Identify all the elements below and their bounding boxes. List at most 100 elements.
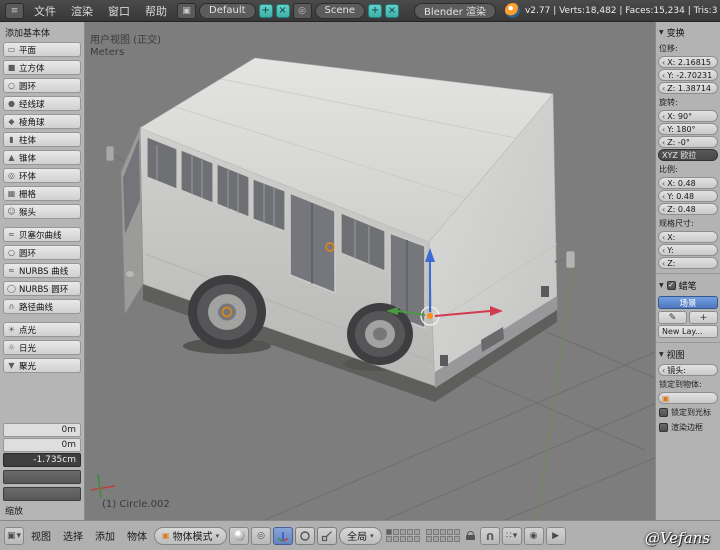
redo-value-field-1[interactable]: 0m — [3, 423, 81, 437]
scale-z-field[interactable]: ‹Z: 0.48 — [658, 203, 718, 215]
menu-help[interactable]: 帮助 — [138, 3, 174, 19]
add-path-button[interactable]: ∩路径曲线 — [3, 299, 81, 314]
decrement-icon[interactable]: ‹ — [662, 179, 665, 188]
lock-object-selector[interactable]: ▣ — [658, 392, 718, 404]
add-spot-lamp-button[interactable]: ▼聚光 — [3, 358, 81, 373]
add-plane-button[interactable]: ▭平面 — [3, 42, 81, 57]
info-editor-icon[interactable]: ≡ — [5, 3, 24, 19]
menu-add[interactable]: 添加 — [90, 528, 120, 543]
dimensions-z-field[interactable]: ‹Z: — [658, 257, 718, 269]
gpencil-scene-source-button[interactable]: 场景 — [658, 296, 718, 309]
layout-close-button[interactable]: × — [276, 4, 290, 18]
menu-select[interactable]: 选择 — [58, 528, 88, 543]
new-layer-button[interactable]: New Lay... — [658, 325, 718, 338]
manipulator-translate-button[interactable] — [273, 527, 293, 545]
decrement-icon[interactable]: ‹ — [662, 366, 665, 375]
rotation-mode-dropdown[interactable]: XYZ 欧拉 — [658, 149, 718, 161]
add-grid-button[interactable]: ▦栅格 — [3, 186, 81, 201]
add-nurbs-circle-button[interactable]: ◯NURBS 圆环 — [3, 281, 81, 296]
scale-y-field[interactable]: ‹Y: 0.48 — [658, 190, 718, 202]
add-cube-button[interactable]: ■立方体 — [3, 60, 81, 75]
decrement-icon[interactable]: ‹ — [662, 233, 665, 242]
bus-model[interactable] — [106, 58, 575, 402]
editor-type-selector[interactable]: ▣ ▾ — [4, 527, 24, 545]
location-y-field[interactable]: ‹Y: -2.70231 — [658, 69, 718, 81]
manipulator-rotate-button[interactable] — [295, 527, 315, 545]
add-bezier-button[interactable]: ≈贝塞尔曲线 — [3, 227, 81, 242]
grease-pencil-panel-header[interactable]: ▼ ✓ 蜡笔 — [656, 276, 720, 294]
add-icosphere-button[interactable]: ◆棱角球 — [3, 114, 81, 129]
decrement-icon[interactable]: ‹ — [662, 205, 665, 214]
add-cone-button[interactable]: ▲锥体 — [3, 150, 81, 165]
snap-toggle-button[interactable]: U — [480, 527, 500, 545]
add-cylinder-button[interactable]: ▮柱体 — [3, 132, 81, 147]
redo-value-field-3[interactable]: -1.735cm — [3, 453, 81, 467]
redo-option-button-1[interactable] — [3, 470, 81, 484]
lens-field[interactable]: ‹镜头: — [658, 364, 718, 376]
transform-orientation-dropdown[interactable]: 全局 ▾ — [339, 527, 382, 545]
render-engine-selector[interactable]: Blender 渲染 — [414, 3, 496, 19]
render-border-row[interactable]: ✓ 渲染边框 — [656, 420, 720, 435]
redo-option-button-2[interactable] — [3, 487, 81, 501]
screen-layout-icon[interactable]: ▣ — [177, 3, 196, 19]
lock-cursor-checkbox[interactable]: ✓ — [659, 408, 668, 417]
gpencil-draw-button[interactable]: ✎ — [658, 311, 687, 324]
scale-x-field[interactable]: ‹X: 0.48 — [658, 177, 718, 189]
decrement-icon[interactable]: ‹ — [662, 125, 665, 134]
snap-element-dropdown[interactable]: ∷ ▾ — [502, 527, 522, 545]
menu-file[interactable]: 文件 — [27, 3, 63, 19]
grease-pencil-checkbox[interactable]: ✓ — [667, 281, 676, 290]
rotation-z-field[interactable]: ‹Z: -0° — [658, 136, 718, 148]
decrement-icon[interactable]: ‹ — [662, 71, 665, 80]
decrement-icon[interactable]: ‹ — [662, 112, 665, 121]
dropdown-arrow-icon: ▾ — [216, 532, 220, 540]
decrement-icon[interactable]: ‹ — [662, 192, 665, 201]
scene-close-button[interactable]: × — [385, 4, 399, 18]
decrement-icon[interactable]: ‹ — [662, 84, 665, 93]
gpencil-add-layer-icon-button[interactable]: + — [689, 311, 718, 324]
view-panel-header[interactable]: ▼ 视图 — [656, 345, 720, 363]
add-nurbs-curve-button[interactable]: ≈NURBS 曲线 — [3, 263, 81, 278]
layout-add-button[interactable]: + — [259, 4, 273, 18]
render-border-checkbox[interactable]: ✓ — [659, 423, 668, 432]
menu-object[interactable]: 物体 — [122, 528, 152, 543]
manipulator-scale-button[interactable] — [317, 527, 337, 545]
lock-to-cursor-row[interactable]: ✓ 锁定到光标 — [656, 405, 720, 420]
layers-widget-group-1[interactable] — [386, 529, 420, 542]
decrement-icon[interactable]: ‹ — [662, 138, 665, 147]
viewport-shading-dropdown[interactable] — [229, 527, 249, 545]
lock-scene-button[interactable] — [464, 531, 478, 540]
redo-value-field-2[interactable]: 0m — [3, 438, 81, 452]
decrement-icon[interactable]: ‹ — [662, 246, 665, 255]
menu-view[interactable]: 视图 — [26, 528, 56, 543]
render-opengl-anim-button[interactable]: ▶ — [546, 527, 566, 545]
add-uvsphere-button[interactable]: ●经线球 — [3, 96, 81, 111]
decrement-icon[interactable]: ‹ — [662, 58, 665, 67]
location-x-field[interactable]: ‹X: 2.16815 — [658, 56, 718, 68]
mode-dropdown[interactable]: ▣ 物体模式 ▾ — [154, 527, 227, 545]
menu-render[interactable]: 渲染 — [64, 3, 100, 19]
scene-add-button[interactable]: + — [368, 4, 382, 18]
screen-layout-selector[interactable]: Default — [199, 3, 256, 19]
render-opengl-button[interactable]: ◉ — [524, 527, 544, 545]
pivot-point-dropdown[interactable]: ◎ — [251, 527, 271, 545]
viewport-canvas[interactable] — [85, 22, 655, 520]
scene-selector[interactable]: Scene — [315, 3, 366, 19]
add-torus-button[interactable]: ◎环体 — [3, 168, 81, 183]
decrement-icon[interactable]: ‹ — [662, 259, 665, 268]
menu-window[interactable]: 窗口 — [101, 3, 137, 19]
add-point-lamp-button[interactable]: ☀点光 — [3, 322, 81, 337]
viewport-3d[interactable]: 用户视图 (正交) Meters (1) Circle.002 — [85, 22, 655, 520]
add-curve-circle-button[interactable]: ○圆环 — [3, 245, 81, 260]
dimensions-y-field[interactable]: ‹Y: — [658, 244, 718, 256]
location-z-field[interactable]: ‹Z: 1.38714 — [658, 82, 718, 94]
rotation-x-field[interactable]: ‹X: 90° — [658, 110, 718, 122]
add-monkey-button[interactable]: ☺猴头 — [3, 204, 81, 219]
add-circle-button[interactable]: ○圆环 — [3, 78, 81, 93]
dimensions-x-field[interactable]: ‹X: — [658, 231, 718, 243]
scene-icon[interactable]: ◎ — [293, 3, 312, 19]
transform-panel-header[interactable]: ▼ 变换 — [656, 23, 720, 41]
add-sun-lamp-button[interactable]: ☼日光 — [3, 340, 81, 355]
layers-widget-group-2[interactable] — [426, 529, 460, 542]
rotation-y-field[interactable]: ‹Y: 180° — [658, 123, 718, 135]
